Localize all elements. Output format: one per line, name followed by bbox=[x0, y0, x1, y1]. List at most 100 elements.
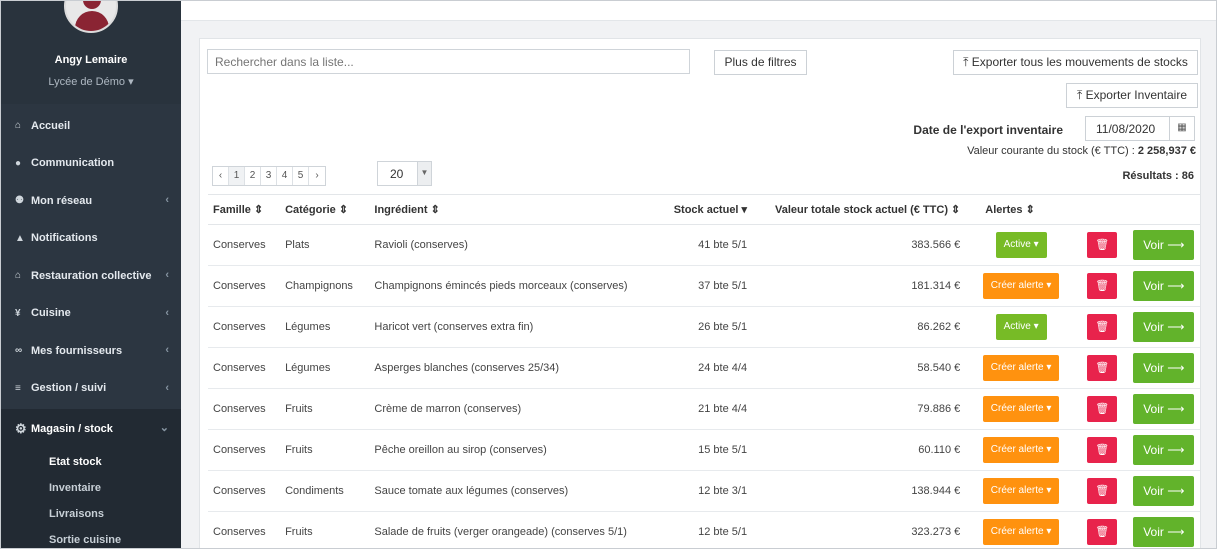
sidebar-item-label: Mes fournisseurs bbox=[31, 344, 123, 357]
sidebar-item-label: Magasin / stock bbox=[31, 423, 113, 435]
stock-table: Famille ⇕ Catégorie ⇕ Ingrédient ⇕ Stock… bbox=[208, 194, 1200, 548]
trash-icon[interactable]: 🗑 bbox=[1087, 314, 1118, 340]
export-date-field[interactable]: 11/08/2020 ▦ bbox=[1085, 116, 1195, 141]
home-icon: ⌂ bbox=[15, 120, 22, 132]
sidebar-subitem-sortie-cuisine[interactable]: Sortie cuisine bbox=[1, 527, 181, 548]
sidebar-subitem-inventaire[interactable]: Inventaire bbox=[1, 475, 181, 501]
trash-icon[interactable]: 🗑 bbox=[1087, 519, 1118, 545]
col-categorie[interactable]: Catégorie ⇕ bbox=[280, 194, 370, 225]
cell-alerte: Créer alerte ▾ bbox=[965, 388, 1077, 430]
alert-dropdown-button[interactable]: Créer alerte ▾ bbox=[982, 519, 1060, 545]
avatar[interactable] bbox=[64, 1, 118, 33]
page-next-button[interactable]: › bbox=[309, 167, 325, 185]
sidebar-item-label: Cuisine bbox=[31, 307, 71, 320]
alert-dropdown-button[interactable]: Active ▾ bbox=[995, 232, 1047, 258]
col-valeur-totale[interactable]: Valeur totale stock actuel (€ TTC) ⇕ bbox=[752, 194, 966, 225]
cell-stock-actuel: 21 bte 4/4 bbox=[658, 388, 753, 430]
view-button[interactable]: Voir ⟶ bbox=[1133, 476, 1195, 506]
alert-dropdown-button[interactable]: Créer alerte ▾ bbox=[982, 437, 1060, 463]
per-page-select[interactable]: 20 ▼ bbox=[377, 161, 432, 186]
chevron-down-icon: ▾ bbox=[128, 76, 134, 88]
table-row: Conserves Condiments Sauce tomate aux légu… bbox=[208, 470, 1200, 512]
cell-view: Voir ⟶ bbox=[1127, 511, 1200, 548]
avatar-body-shape bbox=[75, 11, 109, 31]
cell-ingredient: Pêche oreillon au sirop (conserves) bbox=[369, 429, 659, 471]
page-button[interactable]: 1 bbox=[229, 167, 245, 185]
cell-delete: 🗑 bbox=[1076, 265, 1128, 307]
view-button[interactable]: Voir ⟶ bbox=[1133, 517, 1195, 547]
view-button[interactable]: Voir ⟶ bbox=[1133, 312, 1195, 342]
trash-icon[interactable]: 🗑 bbox=[1087, 355, 1118, 381]
view-button[interactable]: Voir ⟶ bbox=[1133, 271, 1195, 301]
export-movements-button[interactable]: ⤒ Exporter tous les mouvements de stocks bbox=[953, 50, 1198, 75]
view-button[interactable]: Voir ⟶ bbox=[1133, 394, 1195, 424]
cell-categorie: Légumes bbox=[280, 347, 370, 389]
page-button[interactable]: 4 bbox=[277, 167, 293, 185]
sidebar-item-accueil[interactable]: ⌂ Accueil bbox=[1, 107, 181, 145]
sidebar-item-notifications[interactable]: ▲ Notifications bbox=[1, 220, 181, 258]
sidebar-item-magasin-stock[interactable]: ⚙ Magasin / stock ⌄ bbox=[1, 409, 181, 449]
cell-categorie: Condiments bbox=[280, 470, 370, 512]
cell-view: Voir ⟶ bbox=[1127, 388, 1200, 430]
export-date-label: Date de l'export inventaire bbox=[913, 123, 1063, 137]
page-button[interactable]: 2 bbox=[245, 167, 261, 185]
col-ingredient[interactable]: Ingrédient ⇕ bbox=[369, 194, 659, 225]
col-alertes[interactable]: Alertes ⇕ bbox=[965, 194, 1077, 225]
sidebar-subitem-livraisons[interactable]: Livraisons bbox=[1, 501, 181, 527]
table-row: Conserves Fruits Crème de marron (conserve… bbox=[208, 388, 1200, 430]
trash-icon[interactable]: 🗑 bbox=[1087, 232, 1118, 258]
cell-famille: Conserves bbox=[208, 224, 281, 266]
trash-icon[interactable]: 🗑 bbox=[1087, 273, 1118, 299]
users-icon: ⚉ bbox=[15, 195, 24, 207]
view-button[interactable]: Voir ⟶ bbox=[1133, 230, 1195, 260]
page-prev-button[interactable]: ‹ bbox=[213, 167, 229, 185]
sidebar-item-mes-fournisseurs[interactable]: ∞ Mes fournisseurs ‹ bbox=[1, 332, 181, 370]
cell-ingredient: Ravioli (conserves) bbox=[369, 224, 659, 266]
top-bar bbox=[181, 1, 1216, 21]
cell-alerte: Active ▾ bbox=[965, 306, 1077, 348]
table-header-row: Famille ⇕ Catégorie ⇕ Ingrédient ⇕ Stock… bbox=[208, 194, 1200, 225]
school-selector[interactable]: Lycée de Démo ▾ bbox=[1, 75, 181, 88]
cell-ingredient: Champignons émincés pieds morceaux (cons… bbox=[369, 265, 659, 307]
sidebar-subitem-etat-stock[interactable]: Etat stock bbox=[1, 449, 181, 475]
sidebar-item-mon-reseau[interactable]: ⚉ Mon réseau ‹ bbox=[1, 182, 181, 220]
alert-dropdown-button[interactable]: Active ▾ bbox=[995, 314, 1047, 340]
alert-dropdown-button[interactable]: Créer alerte ▾ bbox=[982, 478, 1060, 504]
sidebar-item-gestion-suivi[interactable]: ≡ Gestion / suivi ‹ bbox=[1, 370, 181, 408]
col-famille[interactable]: Famille ⇕ bbox=[208, 194, 281, 225]
sidebar-item-cuisine[interactable]: ¥ Cuisine ‹ bbox=[1, 295, 181, 333]
view-button[interactable]: Voir ⟶ bbox=[1133, 353, 1195, 383]
cubes-icon: ⚙ bbox=[15, 421, 27, 436]
cell-valeur-totale: 86.262 € bbox=[752, 306, 966, 348]
chat-icon: ● bbox=[15, 157, 22, 169]
cell-delete: 🗑 bbox=[1076, 224, 1128, 266]
page-button[interactable]: 5 bbox=[293, 167, 309, 185]
chevron-down-icon: ▼ bbox=[417, 162, 431, 185]
cell-view: Voir ⟶ bbox=[1127, 429, 1200, 471]
cell-delete: 🗑 bbox=[1076, 470, 1128, 512]
more-filters-button[interactable]: Plus de filtres bbox=[714, 50, 807, 75]
col-stock-actuel[interactable]: Stock actuel ▾ bbox=[658, 194, 753, 225]
main-content: Plus de filtres ⤒ Exporter tous les mouv… bbox=[181, 21, 1216, 548]
export-inventory-button[interactable]: ⤒ Exporter Inventaire bbox=[1066, 83, 1198, 108]
alert-dropdown-button[interactable]: Créer alerte ▾ bbox=[982, 355, 1060, 381]
calendar-icon[interactable]: ▦ bbox=[1169, 117, 1194, 140]
cell-famille: Conserves bbox=[208, 347, 281, 389]
trash-icon[interactable]: 🗑 bbox=[1087, 478, 1118, 504]
table-row: Conserves Fruits Pêche oreillon au sirop (… bbox=[208, 429, 1200, 471]
table-row: Conserves Plats Ravioli (conserves) 41 bte … bbox=[208, 224, 1200, 266]
alert-dropdown-button[interactable]: Créer alerte ▾ bbox=[982, 396, 1060, 422]
sidebar-item-restauration-collective[interactable]: ⌂ Restauration collective ‹ bbox=[1, 257, 181, 295]
cell-view: Voir ⟶ bbox=[1127, 347, 1200, 389]
alert-dropdown-button[interactable]: Créer alerte ▾ bbox=[982, 273, 1060, 299]
trash-icon[interactable]: 🗑 bbox=[1087, 396, 1118, 422]
trash-icon[interactable]: 🗑 bbox=[1087, 437, 1118, 463]
sidebar: Angy Lemaire Lycée de Démo ▾ ⌂ Accueil ● C… bbox=[1, 1, 181, 548]
cell-ingredient: Sauce tomate aux légumes (conserves) bbox=[369, 470, 659, 512]
cell-valeur-totale: 323.273 € bbox=[752, 511, 966, 548]
sidebar-item-communication[interactable]: ● Communication bbox=[1, 145, 181, 183]
page-button[interactable]: 3 bbox=[261, 167, 277, 185]
search-input[interactable] bbox=[207, 49, 690, 74]
table-row: Conserves Fruits Salade de fruits (verger … bbox=[208, 511, 1200, 548]
view-button[interactable]: Voir ⟶ bbox=[1133, 435, 1195, 465]
